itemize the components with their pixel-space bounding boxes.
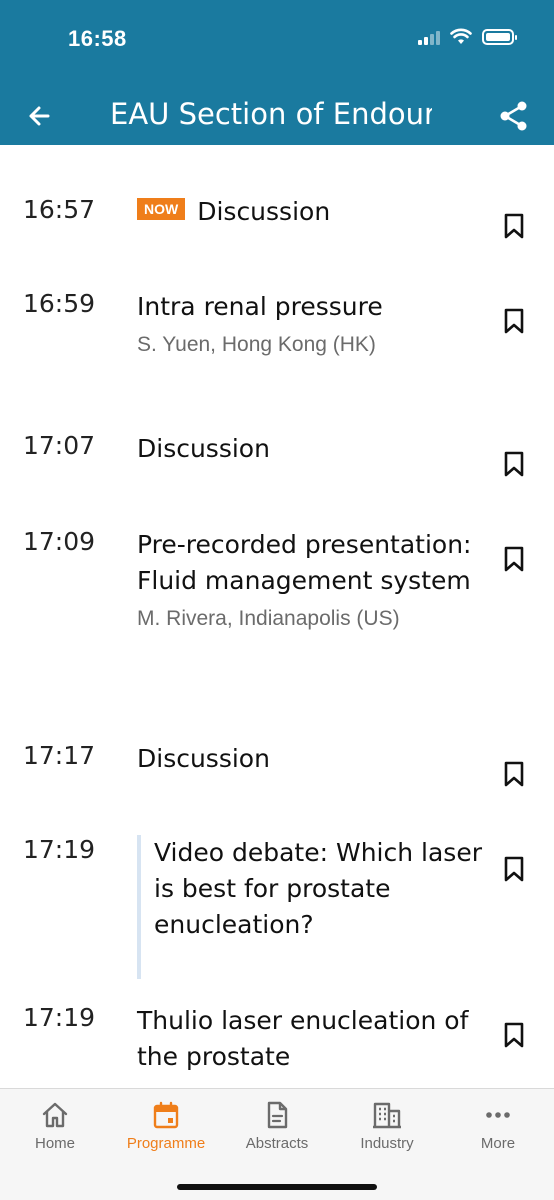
building-icon bbox=[373, 1102, 401, 1129]
session-content: Video debate: Which laser is best for pr… bbox=[137, 835, 487, 979]
wifi-icon bbox=[450, 28, 472, 44]
tab-home[interactable]: Home bbox=[5, 1101, 105, 1152]
signal-icon bbox=[418, 29, 440, 45]
document-icon bbox=[267, 1101, 288, 1129]
session-title: Thulio laser enucleation of the prostate bbox=[137, 1006, 469, 1071]
calendar-icon bbox=[153, 1101, 179, 1129]
session-title: NOW Discussion bbox=[137, 194, 487, 230]
home-indicator bbox=[177, 1184, 377, 1190]
nav-bar: EAU Section of Endourology bbox=[0, 86, 554, 144]
session-title: Pre-recorded presentation: Fluid managem… bbox=[137, 530, 472, 595]
session-title-text: Discussion bbox=[197, 197, 331, 226]
session-title: Video debate: Which laser is best for pr… bbox=[154, 838, 482, 939]
session-title: Intra renal pressure bbox=[137, 292, 383, 321]
back-arrow-icon[interactable] bbox=[22, 98, 58, 134]
now-badge: NOW bbox=[137, 198, 186, 220]
session-title: Discussion bbox=[137, 744, 270, 773]
programme-list: 16:57 NOW Discussion 16:59 Intra renal pr… bbox=[0, 145, 554, 1088]
tab-label: More bbox=[480, 1135, 516, 1152]
session-content: Pre-recorded presentation: Fluid managem… bbox=[137, 527, 487, 631]
bookmark-icon[interactable] bbox=[503, 1021, 525, 1049]
session-time: 17:17 bbox=[23, 741, 96, 770]
bookmark-icon[interactable] bbox=[503, 855, 525, 883]
tab-abstracts[interactable]: Abstracts bbox=[227, 1101, 327, 1152]
tab-programme[interactable]: Programme bbox=[116, 1101, 216, 1152]
battery-icon bbox=[482, 28, 517, 45]
session-content: Intra renal pressure S. Yuen, Hong Kong … bbox=[137, 289, 487, 357]
session-time: 17:07 bbox=[23, 431, 96, 460]
session-time: 16:57 bbox=[23, 195, 96, 224]
session-speaker: M. Rivera, Indianapolis (US) bbox=[137, 607, 400, 630]
session-content: Thulio laser enucleation of the prostate bbox=[137, 1003, 487, 1075]
app-header: 16:58 EAU Section of Endourology bbox=[0, 0, 554, 145]
tab-label: Abstracts bbox=[245, 1135, 309, 1152]
bookmark-icon[interactable] bbox=[503, 545, 525, 573]
bookmark-icon[interactable] bbox=[503, 760, 525, 788]
bookmark-icon[interactable] bbox=[503, 450, 525, 478]
session-time: 16:59 bbox=[23, 289, 96, 318]
session-content: NOW Discussion bbox=[137, 195, 487, 230]
session-title: Discussion bbox=[137, 434, 270, 463]
session-speaker: S. Yuen, Hong Kong (HK) bbox=[137, 333, 376, 356]
tab-label: Programme bbox=[126, 1135, 206, 1152]
tab-label: Industry bbox=[360, 1135, 414, 1152]
status-icons bbox=[418, 28, 517, 45]
tab-more[interactable]: More bbox=[448, 1101, 548, 1152]
status-time: 16:58 bbox=[68, 26, 127, 51]
session-time: 17:09 bbox=[23, 527, 96, 556]
session-time: 17:19 bbox=[23, 835, 96, 864]
session-content: Discussion bbox=[137, 431, 487, 467]
share-icon[interactable] bbox=[496, 98, 532, 134]
more-icon bbox=[486, 1112, 510, 1118]
bookmark-icon[interactable] bbox=[503, 212, 525, 240]
tab-industry[interactable]: Industry bbox=[337, 1101, 437, 1152]
session-content: Discussion bbox=[137, 741, 487, 777]
page-title: EAU Section of Endourology bbox=[110, 97, 432, 131]
bookmark-icon[interactable] bbox=[503, 307, 525, 335]
tab-label: Home bbox=[34, 1135, 75, 1152]
home-icon bbox=[42, 1102, 68, 1128]
session-time: 17:19 bbox=[23, 1003, 96, 1032]
